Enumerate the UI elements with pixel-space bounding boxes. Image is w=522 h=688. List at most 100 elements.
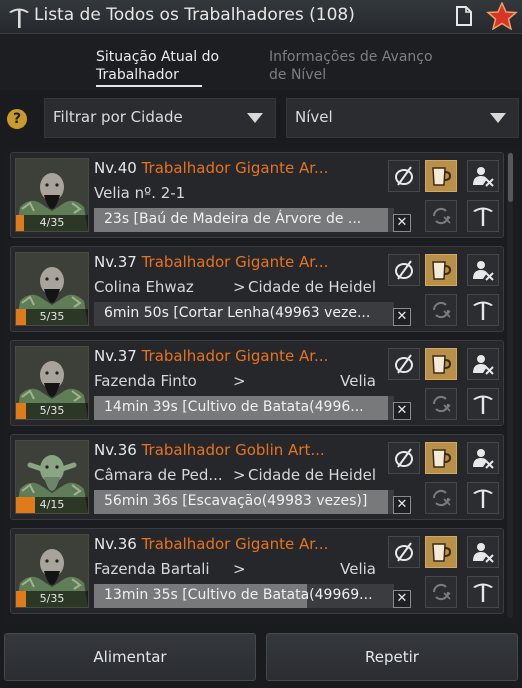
- job-progress-bar: 23s [Baú de Madeira de Árvore de ...: [94, 208, 394, 232]
- assign-work-button[interactable]: [467, 482, 499, 514]
- dismiss-worker-icon: [473, 355, 494, 375]
- hide-icon: [395, 542, 413, 562]
- cancel-job-button[interactable]: ✕: [393, 496, 411, 514]
- job-description: 13min 35s [Cultivo de Batata(49969...: [104, 587, 373, 603]
- worker-name: Nv.36 Trabalhador Gigante Ar...: [94, 535, 328, 553]
- job-description: 56min 36s [Escavação(49983 vezes)]: [104, 493, 368, 509]
- tab-current-status[interactable]: Situação Atual do Trabalhador: [96, 48, 219, 84]
- hide-icon: [395, 166, 413, 186]
- stamina-bar: 5/35: [16, 591, 88, 607]
- assign-work-button[interactable]: [467, 294, 499, 326]
- worker-level: Nv.36: [94, 441, 137, 459]
- cancel-job-button[interactable]: ✕: [393, 214, 411, 232]
- tab-level-progress[interactable]: Informações de Avanço de Nível: [269, 48, 433, 84]
- pickaxe-icon: [473, 395, 493, 414]
- worker-type: Trabalhador Gigante Ar...: [141, 535, 329, 553]
- worker-name: Nv.37 Trabalhador Gigante Ar...: [94, 347, 328, 365]
- repeat-job-button[interactable]: [425, 482, 457, 514]
- repeat-job-button[interactable]: [425, 294, 457, 326]
- worker-level: Nv.36: [94, 535, 137, 553]
- chevron-down-icon: [490, 113, 506, 123]
- favorite-star-icon[interactable]: [486, 2, 518, 30]
- dismiss-worker-icon: [473, 543, 494, 563]
- repeat-job-button[interactable]: [425, 200, 457, 232]
- scrollbar-thumb[interactable]: [508, 153, 513, 202]
- pickaxe-icon: [473, 207, 493, 226]
- dismiss-worker-button[interactable]: [467, 254, 499, 286]
- dismiss-worker-button[interactable]: [467, 536, 499, 568]
- title-bar: Lista de Todos os Trabalhadores (108): [0, 0, 522, 34]
- repeat-job-button[interactable]: [425, 576, 457, 608]
- feed-worker-button[interactable]: [425, 160, 457, 192]
- dismiss-worker-button[interactable]: [467, 442, 499, 474]
- feed-beer-icon: [432, 167, 452, 186]
- hide-button[interactable]: [388, 536, 420, 568]
- stamina-bar: 5/35: [16, 309, 88, 325]
- stamina-bar: 4/15: [16, 497, 88, 513]
- stamina-bar: 5/35: [16, 403, 88, 419]
- worker-type: Trabalhador Goblin Art...: [141, 441, 325, 459]
- pickaxe-icon: [473, 583, 493, 602]
- worker-level: Nv.40: [94, 159, 137, 177]
- level-sort-dropdown[interactable]: Nível: [286, 98, 519, 138]
- feed-beer-icon: [432, 261, 452, 280]
- level-sort-label: Nível: [295, 108, 333, 126]
- worker-level: Nv.37: [94, 347, 137, 365]
- city-filter-label: Filtrar por Cidade: [53, 108, 183, 126]
- stamina-text: 5/35: [39, 592, 65, 605]
- repeat-icon: [432, 583, 451, 601]
- cancel-job-button[interactable]: ✕: [393, 308, 411, 326]
- chevron-down-icon: [247, 113, 263, 123]
- job-description: 14min 39s [Cultivo de Batata(4996...: [104, 399, 364, 415]
- feed-beer-icon: [432, 355, 452, 374]
- feed-beer-icon: [432, 449, 452, 468]
- repeat-button[interactable]: Repetir: [266, 633, 518, 681]
- hide-button[interactable]: [388, 160, 420, 192]
- location-arrow: >: [233, 278, 246, 296]
- worker-level: Nv.37: [94, 253, 137, 271]
- worker-location: Colina Ehwaz: [94, 278, 194, 296]
- hide-button[interactable]: [388, 348, 420, 380]
- worker-destination: Velia: [340, 372, 376, 390]
- dismiss-worker-icon: [473, 261, 494, 281]
- assign-work-button[interactable]: [467, 576, 499, 608]
- cancel-job-button[interactable]: ✕: [393, 402, 411, 420]
- scrollbar-track[interactable]: [507, 152, 513, 618]
- feed-worker-button[interactable]: [425, 536, 457, 568]
- feed-button[interactable]: Alimentar: [4, 633, 256, 681]
- dismiss-worker-icon: [473, 167, 494, 187]
- worker-card[interactable]: 5/35 Nv.36 Trabalhador Gigante Ar... Fazen…: [10, 528, 504, 614]
- assign-work-button[interactable]: [467, 200, 499, 232]
- worker-type: Trabalhador Gigante Ar...: [141, 159, 329, 177]
- worker-destination: Cidade de Heidel: [248, 278, 376, 296]
- job-description: 23s [Baú de Madeira de Árvore de ...: [104, 211, 362, 227]
- location-arrow: >: [233, 466, 246, 484]
- worker-card[interactable]: 5/35 Nv.37 Trabalhador Gigante Ar... Fazen…: [10, 340, 504, 426]
- feed-worker-button[interactable]: [425, 348, 457, 380]
- help-icon[interactable]: ?: [7, 109, 27, 129]
- worker-location: Fazenda Finto: [94, 372, 197, 390]
- pickaxe-icon: [473, 301, 493, 320]
- tab-bar: Situação Atual do Trabalhador Informaçõe…: [0, 34, 522, 90]
- hide-button[interactable]: [388, 254, 420, 286]
- pickaxe-icon: [9, 8, 29, 28]
- assign-work-button[interactable]: [467, 388, 499, 420]
- dismiss-worker-button[interactable]: [467, 160, 499, 192]
- worker-card[interactable]: 4/15 Nv.36 Trabalhador Goblin Art... Câmar…: [10, 434, 504, 520]
- worker-portrait: 5/35: [15, 252, 89, 326]
- cancel-job-button[interactable]: ✕: [393, 590, 411, 608]
- hide-button[interactable]: [388, 442, 420, 474]
- worker-name: Nv.36 Trabalhador Goblin Art...: [94, 441, 325, 459]
- repeat-job-button[interactable]: [425, 388, 457, 420]
- worker-card[interactable]: 5/35 Nv.37 Trabalhador Gigante Ar... Colin…: [10, 246, 504, 332]
- dismiss-worker-button[interactable]: [467, 348, 499, 380]
- city-filter-dropdown[interactable]: Filtrar por Cidade: [44, 98, 276, 138]
- stamina-text: 4/35: [39, 216, 65, 229]
- document-icon[interactable]: [455, 6, 473, 26]
- job-description: 6min 50s [Cortar Lenha(49963 veze...: [104, 305, 371, 321]
- feed-worker-button[interactable]: [425, 254, 457, 286]
- worker-portrait: 4/15: [15, 440, 89, 514]
- feed-worker-button[interactable]: [425, 442, 457, 474]
- worker-card[interactable]: 4/35 Nv.40 Trabalhador Gigante Ar... Velia…: [10, 152, 504, 238]
- feed-beer-icon: [432, 543, 452, 562]
